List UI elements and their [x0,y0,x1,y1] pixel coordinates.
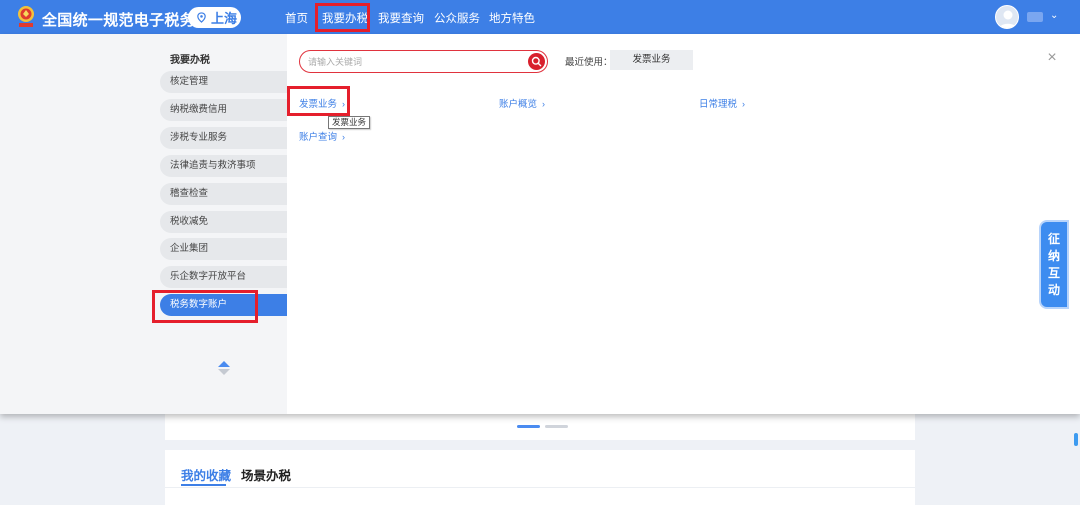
nav-local-feature[interactable]: 地方特色 [489,10,535,26]
sidebar-item-professional-service[interactable]: 涉税专业服务 [160,127,287,149]
do-tax-dropdown-panel: 我要办税 核定管理 纳税缴费信用 涉税专业服务 法律追责与救济事项 稽查检查 税… [0,34,1080,414]
sidebar-item-tax-relief[interactable]: 税收减免 [160,211,287,233]
search-button[interactable] [528,52,545,70]
close-icon[interactable]: × [1045,50,1059,66]
recent-item-invoice[interactable]: 发票业务 [610,50,693,70]
menu-link-label: 日常理税 [699,99,738,110]
chevron-right-icon: › [742,99,746,109]
sidebar-item-leqi-platform[interactable]: 乐企数字开放平台 [160,266,287,288]
float-tab-char: 征 [1047,232,1060,246]
sidebar-item-legal-remedy[interactable]: 法律追责与救济事项 [160,155,287,177]
sidebar-item-inspection[interactable]: 稽查检查 [160,183,287,205]
active-tab-underline [181,484,226,486]
tab-my-favorites[interactable]: 我的收藏 [181,465,231,484]
chevron-right-icon: › [542,99,546,109]
search-box [299,50,548,73]
search-input[interactable] [308,54,518,69]
menu-link-daily-tax[interactable]: 日常理税 › [699,96,745,110]
user-avatar-icon[interactable] [995,5,1019,29]
float-tab-char: 纳 [1047,249,1060,263]
nav-query[interactable]: 我要查询 [378,10,424,26]
highlight-box-menu-link [287,86,350,116]
carousel-card [165,414,915,440]
menu-link-account-query[interactable]: 账户查询 › [299,129,345,143]
float-tab-char: 动 [1047,283,1060,297]
search-icon [531,56,542,66]
tax-emblem-icon[interactable] [15,5,37,29]
site-title[interactable]: 全国统一规范电子税务局 [42,9,210,30]
menu-link-account-overview[interactable]: 账户概览 › [499,96,545,110]
nav-home[interactable]: 首页 [285,10,308,26]
chevron-down-icon[interactable]: ⌄ [1050,10,1058,21]
recent-used-label: 最近使用： [565,57,613,68]
tab-scenario-tax[interactable]: 场景办税 [241,465,291,484]
highlight-box-sidebar [152,290,258,323]
carousel-dot-active[interactable] [517,425,540,428]
scrollbar-thumb[interactable] [1074,433,1078,446]
region-selector[interactable]: 上海 [188,7,241,28]
top-header: 全国统一规范电子税务局 上海 首页 我要办税 我要查询 公众服务 地方特色 ⌄ [0,0,1080,34]
region-label: 上海 [211,11,238,26]
float-tab-char: 互 [1047,266,1060,280]
menu-content: 最近使用： 发票业务 × 发票业务› 账户概览› 日常理税› 账户查询› 发票业… [287,34,1080,414]
sidebar-item-assessment[interactable]: 核定管理 [160,71,287,93]
sidebar-title: 我要办税 [170,55,210,66]
tooltip: 发票业务 [328,116,371,129]
menu-link-label: 账户概览 [499,99,538,110]
carousel-dot[interactable] [545,425,568,428]
sidebar-item-enterprise-group[interactable]: 企业集团 [160,238,287,260]
user-name-redacted[interactable] [1027,12,1043,22]
interaction-float-button[interactable]: 征 纳 互 动 [1041,222,1067,307]
sidebar-item-credit[interactable]: 纳税缴费信用 [160,99,287,121]
divider [165,487,915,488]
menu-link-label: 账户查询 [299,132,338,143]
category-sidebar: 我要办税 核定管理 纳税缴费信用 涉税专业服务 法律追责与救济事项 稽查检查 税… [0,34,287,414]
location-pin-icon [197,12,206,23]
highlight-box-nav [315,3,370,32]
nav-public-service[interactable]: 公众服务 [434,10,480,26]
chevron-right-icon: › [342,132,346,142]
scroll-up-down-icon[interactable] [217,359,231,377]
